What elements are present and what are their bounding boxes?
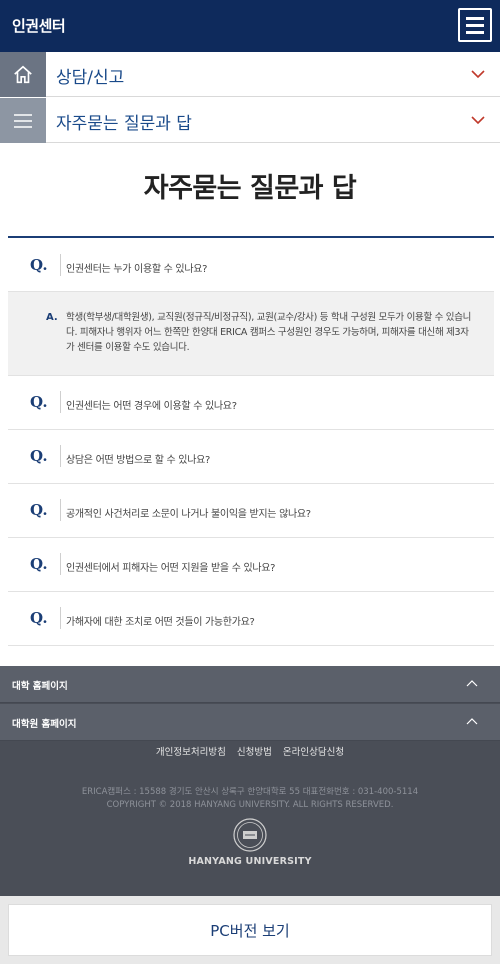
question-mark: Q. bbox=[30, 256, 48, 274]
question-mark: Q. bbox=[30, 609, 48, 627]
pc-view-button[interactable]: PC버전 보기 bbox=[8, 904, 492, 956]
chevron-down-icon[interactable] bbox=[470, 66, 486, 82]
faq-item[interactable]: Q. 공개적인 사건처리로 소문이 나거나 불이익을 받지는 않나요? bbox=[8, 484, 494, 538]
nav-category-label: 상담/신고 bbox=[56, 68, 125, 88]
footer-link-label: 대학 홈페이지 bbox=[12, 681, 68, 692]
pc-view-container: PC버전 보기 bbox=[0, 896, 500, 964]
faq-question[interactable]: 인권센터는 누가 이용할 수 있나요? bbox=[66, 260, 207, 275]
nav-row-category[interactable]: 상담/신고 bbox=[0, 52, 500, 97]
question-mark: Q. bbox=[30, 555, 48, 573]
site-title[interactable]: 인권센터 bbox=[12, 15, 66, 36]
faq-item[interactable]: Q. 가해자에 대한 조치로 어떤 것들이 가능한가요? bbox=[8, 592, 494, 646]
divider bbox=[60, 254, 61, 276]
answer-mark: A. bbox=[46, 312, 58, 323]
site-footer: 대학 홈페이지 대학원 홈페이지 개인정보처리방침 신청방법 온라인상담신청 E… bbox=[0, 666, 500, 896]
footer-link-university[interactable]: 대학 홈페이지 bbox=[0, 666, 500, 703]
nav-page-label: 자주묻는 질문과 답 bbox=[56, 114, 192, 134]
faq-question[interactable]: 인권센터는 어떤 경우에 이용할 수 있나요? bbox=[66, 397, 237, 412]
footer-menu: 개인정보처리방침 신청방법 온라인상담신청 bbox=[0, 744, 500, 758]
divider bbox=[60, 445, 61, 467]
question-mark: Q. bbox=[30, 393, 48, 411]
menu-bar bbox=[466, 30, 484, 34]
faq-item[interactable]: Q. 상담은 어떤 방법으로 할 수 있나요? bbox=[8, 430, 494, 484]
hamburger-menu-button[interactable] bbox=[458, 8, 492, 42]
nav-row-page[interactable]: 자주묻는 질문과 답 bbox=[0, 98, 500, 143]
divider bbox=[60, 391, 61, 413]
faq-question[interactable]: 인권센터에서 피해자는 어떤 지원을 받을 수 있나요? bbox=[66, 559, 275, 574]
chevron-down-icon[interactable] bbox=[470, 112, 486, 128]
faq-item[interactable]: Q. 인권센터에서 피해자는 어떤 지원을 받을 수 있나요? bbox=[8, 538, 494, 592]
list-icon[interactable] bbox=[0, 98, 46, 143]
university-name: HANYANG UNIVERSITY bbox=[188, 856, 312, 867]
footer-address: ERICA캠퍼스 : 15588 경기도 안산시 상록구 한양대학로 55 대표… bbox=[81, 787, 419, 797]
faq-item[interactable]: Q. 인권센터는 어떤 경우에 이용할 수 있나요? bbox=[8, 376, 494, 430]
top-header: 인권센터 bbox=[0, 0, 500, 52]
how-to-apply-link[interactable]: 신청방법 bbox=[237, 747, 272, 758]
divider bbox=[60, 607, 61, 629]
home-icon[interactable] bbox=[0, 52, 46, 97]
faq-question[interactable]: 공개적인 사건처리로 소문이 나거나 불이익을 받지는 않나요? bbox=[66, 505, 311, 520]
divider bbox=[60, 553, 61, 575]
online-counseling-link[interactable]: 온라인상담신청 bbox=[283, 747, 344, 758]
chevron-up-icon[interactable] bbox=[466, 716, 478, 728]
question-mark: Q. bbox=[30, 447, 48, 465]
footer-link-label: 대학원 홈페이지 bbox=[12, 719, 77, 730]
faq-item[interactable]: Q. 인권센터는 누가 이용할 수 있나요? bbox=[8, 238, 494, 292]
faq-answer-text: 학생(학부생/대학원생), 교직원(정규직/비정규직), 교원(교수/강사) 등… bbox=[66, 312, 472, 353]
page-title: 자주묻는 질문과 답 bbox=[143, 173, 357, 204]
chevron-up-icon[interactable] bbox=[466, 678, 478, 690]
menu-bar bbox=[466, 23, 484, 27]
university-seal-icon bbox=[233, 818, 267, 852]
faq-question[interactable]: 가해자에 대한 조치로 어떤 것들이 가능한가요? bbox=[66, 613, 255, 628]
footer-link-graduate[interactable]: 대학원 홈페이지 bbox=[0, 704, 500, 741]
privacy-policy-link[interactable]: 개인정보처리방침 bbox=[156, 747, 226, 758]
footer-copyright: COPYRIGHT © 2018 HANYANG UNIVERSITY. ALL… bbox=[106, 800, 394, 810]
divider bbox=[60, 499, 61, 521]
footer-info: ERICA캠퍼스 : 15588 경기도 안산시 상록구 한양대학로 55 대표… bbox=[0, 786, 500, 812]
question-mark: Q. bbox=[30, 501, 48, 519]
faq-question[interactable]: 상담은 어떤 방법으로 할 수 있나요? bbox=[66, 451, 210, 466]
menu-bar bbox=[466, 16, 484, 20]
faq-answer: A. 학생(학부생/대학원생), 교직원(정규직/비정규직), 교원(교수/강사… bbox=[8, 292, 494, 376]
